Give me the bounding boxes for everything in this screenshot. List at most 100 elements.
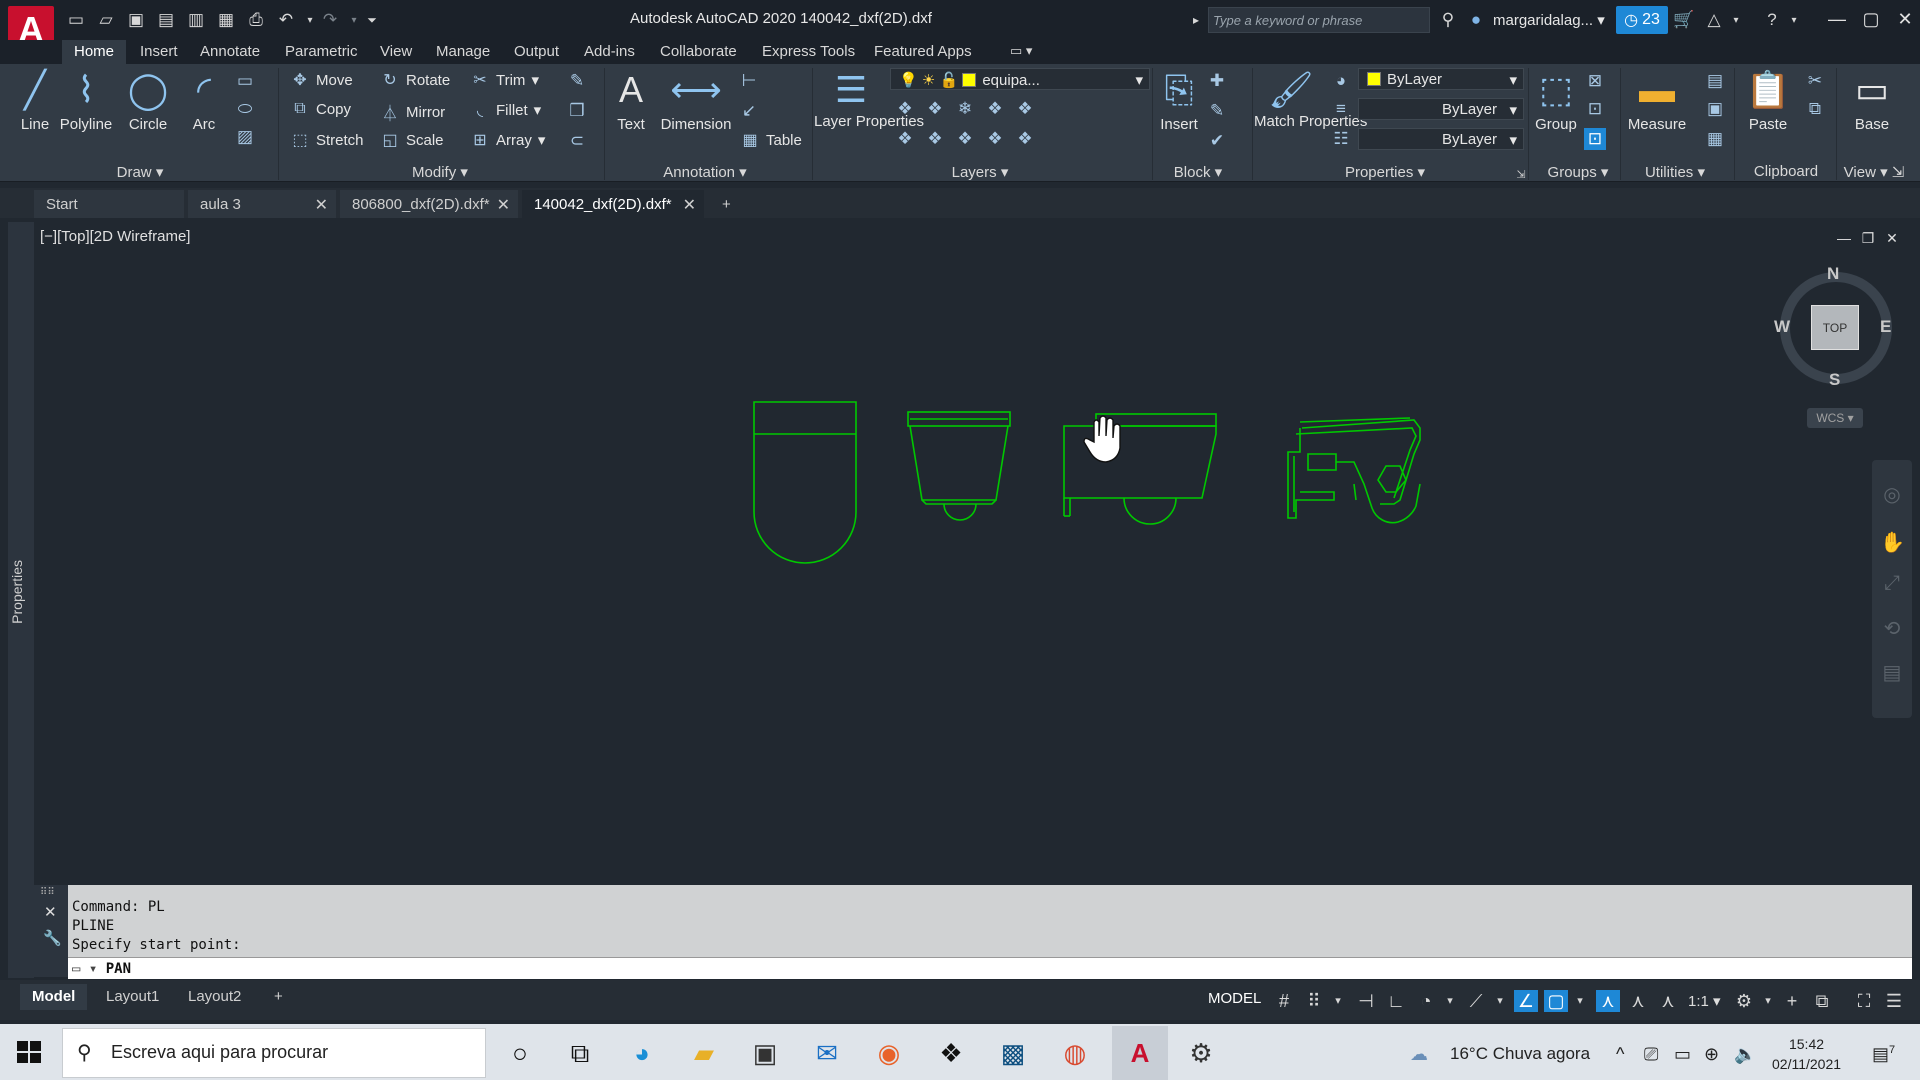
- tab-add-ins[interactable]: Add-ins: [584, 40, 635, 64]
- fillet-button[interactable]: ◟ Fillet ▾: [470, 100, 541, 120]
- layer-walk-icon[interactable]: ❖: [924, 128, 946, 150]
- cortana-icon[interactable]: ○: [503, 1036, 537, 1070]
- infer-constraints-icon[interactable]: ⊣: [1354, 990, 1378, 1012]
- open-web-icon[interactable]: ▥: [186, 10, 206, 30]
- new-tab-button[interactable]: +: [710, 190, 750, 218]
- layer-lock-icon[interactable]: ❖: [984, 98, 1006, 120]
- compass-west[interactable]: W: [1774, 317, 1790, 337]
- layer-current-icon[interactable]: ❖: [894, 128, 916, 150]
- ellipse-icon[interactable]: ⬭: [234, 98, 256, 120]
- table-button[interactable]: ▦ Table: [740, 130, 801, 150]
- save-web-icon[interactable]: ▦: [216, 10, 236, 30]
- line-button[interactable]: ╱ Line: [14, 68, 56, 133]
- settings-icon[interactable]: ⚙: [1184, 1036, 1218, 1070]
- binoculars-icon[interactable]: ⚲: [1438, 10, 1458, 30]
- auto-scale-icon[interactable]: ⋏: [1626, 990, 1650, 1012]
- minimize-button[interactable]: —: [1822, 6, 1852, 32]
- osnap-dropdown-icon[interactable]: ▾: [1568, 990, 1592, 1012]
- file-explorer-icon[interactable]: ▰: [687, 1036, 721, 1070]
- clean-screen-icon[interactable]: ⛶: [1852, 990, 1876, 1012]
- linetype-dropdown[interactable]: ByLayer ▾: [1358, 128, 1524, 150]
- tab-parametric[interactable]: Parametric: [285, 40, 358, 64]
- rotate-button[interactable]: ↻ Rotate: [380, 70, 450, 90]
- polar-icon[interactable]: ◔: [1414, 990, 1438, 1012]
- properties-panel-title[interactable]: Properties ▾: [1330, 163, 1440, 181]
- lineweight-icon[interactable]: ≡: [1330, 98, 1352, 120]
- open-icon[interactable]: ▱: [96, 10, 116, 30]
- app-icon[interactable]: ▩: [996, 1036, 1030, 1070]
- command-line-grip[interactable]: ⠿⠿ ✕ 🔧: [34, 885, 68, 977]
- battery-icon[interactable]: ▭: [1674, 1044, 1691, 1065]
- print-icon[interactable]: ⎙: [246, 10, 266, 30]
- tab-manage[interactable]: Manage: [436, 40, 490, 64]
- polyline-button[interactable]: ⌇ Polyline: [58, 68, 114, 133]
- task-view-icon[interactable]: ⧉: [563, 1036, 597, 1070]
- tab-annotate[interactable]: Annotate: [200, 40, 260, 64]
- mail-icon[interactable]: ✉: [810, 1036, 844, 1070]
- layout-tab-model[interactable]: Model: [20, 984, 88, 1010]
- rectangle-icon[interactable]: ▭: [234, 70, 256, 92]
- stretch-button[interactable]: ⬚ Stretch: [290, 130, 363, 150]
- copy-button[interactable]: ⧉ Copy: [290, 100, 351, 118]
- tab-view[interactable]: View: [380, 40, 412, 64]
- group-button[interactable]: ⬚ Group: [1532, 68, 1580, 133]
- drawing-canvas[interactable]: [34, 222, 1916, 884]
- save-icon[interactable]: ▣: [126, 10, 146, 30]
- layer-properties-button[interactable]: ☰ Layer Properties: [814, 68, 924, 131]
- base-button[interactable]: ▭ Base: [1846, 68, 1898, 133]
- steering-wheel-icon[interactable]: ◎: [1880, 482, 1904, 506]
- isolate-objects-icon[interactable]: ⧉: [1810, 990, 1834, 1012]
- close-command-icon[interactable]: ✕: [44, 903, 57, 921]
- text-button[interactable]: A Text: [610, 68, 652, 133]
- plus-icon[interactable]: +: [1780, 990, 1804, 1012]
- show-hidden-icons[interactable]: ^: [1616, 1044, 1624, 1065]
- color-wheel-icon[interactable]: ◕: [1330, 70, 1352, 92]
- compass-north[interactable]: N: [1827, 264, 1839, 284]
- group-edit-icon[interactable]: ⊡: [1584, 98, 1606, 120]
- user-name[interactable]: margaridalag... ▾: [1493, 11, 1605, 29]
- properties-palette-label[interactable]: Properties: [9, 560, 25, 624]
- app-dropdown-icon[interactable]: ▾: [1726, 10, 1746, 30]
- firefox-icon[interactable]: ◉: [872, 1036, 906, 1070]
- command-prompt-icon[interactable]: ▭ ▾: [72, 961, 97, 977]
- lineweight-dropdown[interactable]: ByLayer ▾: [1358, 98, 1524, 120]
- customization-menu-icon[interactable]: ☰: [1882, 990, 1906, 1012]
- scale-button[interactable]: ◱ Scale: [380, 130, 443, 150]
- ribbon-minimize-icon[interactable]: ▭ ▾: [1010, 40, 1032, 64]
- doc-tab-aula3[interactable]: aula 3 ✕: [188, 190, 336, 218]
- layers-panel-title[interactable]: Layers ▾: [940, 163, 1020, 181]
- block-panel-title[interactable]: Block ▾: [1168, 163, 1228, 181]
- weather-text[interactable]: 16°C Chuva agora: [1450, 1044, 1590, 1064]
- leader-icon[interactable]: ↙: [738, 100, 760, 122]
- layer-freeze-icon[interactable]: ❄: [954, 98, 976, 120]
- dropbox-icon[interactable]: ❖: [934, 1036, 968, 1070]
- taskbar-clock[interactable]: 15:42 02/11/2021: [1772, 1034, 1841, 1074]
- linetype-icon[interactable]: ☷: [1330, 128, 1352, 150]
- network-icon[interactable]: ⊕: [1704, 1044, 1719, 1065]
- layer-match-icon[interactable]: ❖: [1014, 98, 1036, 120]
- add-layout-button[interactable]: +: [262, 984, 295, 1010]
- ortho-icon[interactable]: ∟: [1384, 990, 1408, 1012]
- new-icon[interactable]: ▭: [66, 10, 86, 30]
- autodesk-app-icon[interactable]: △: [1704, 10, 1724, 30]
- tab-featured-apps[interactable]: Featured Apps: [874, 40, 972, 64]
- close-button[interactable]: ✕: [1890, 6, 1920, 32]
- maximize-button[interactable]: ▢: [1856, 6, 1886, 32]
- explode-icon[interactable]: ❒: [566, 100, 588, 122]
- insert-button[interactable]: ⎘ Insert: [1156, 68, 1202, 133]
- isodraft-icon[interactable]: ⟋: [1464, 990, 1488, 1012]
- wcs-menu[interactable]: WCS ▾: [1807, 408, 1863, 428]
- taskbar-search-input[interactable]: ⚲ Escreva aqui para procurar: [62, 1028, 486, 1078]
- help-search-input[interactable]: Type a keyword or phrase: [1208, 7, 1430, 33]
- help-icon[interactable]: ?: [1762, 10, 1782, 30]
- doc-tab-806800[interactable]: 806800_dxf(2D).dxf* ✕: [340, 190, 518, 218]
- store-icon[interactable]: ▣: [748, 1036, 782, 1070]
- array-button[interactable]: ⊞ Array ▾: [470, 130, 545, 150]
- select-all-icon[interactable]: ▣: [1704, 98, 1726, 120]
- viewport-controls-label[interactable]: [−][Top][2D Wireframe]: [40, 228, 190, 245]
- layer-on-icon[interactable]: ❖: [954, 128, 976, 150]
- orbit-icon[interactable]: ⟲: [1880, 616, 1904, 640]
- meet-now-icon[interactable]: ⎚: [1644, 1044, 1658, 1065]
- tab-home[interactable]: Home: [62, 40, 127, 64]
- customize-command-icon[interactable]: 🔧: [43, 929, 62, 947]
